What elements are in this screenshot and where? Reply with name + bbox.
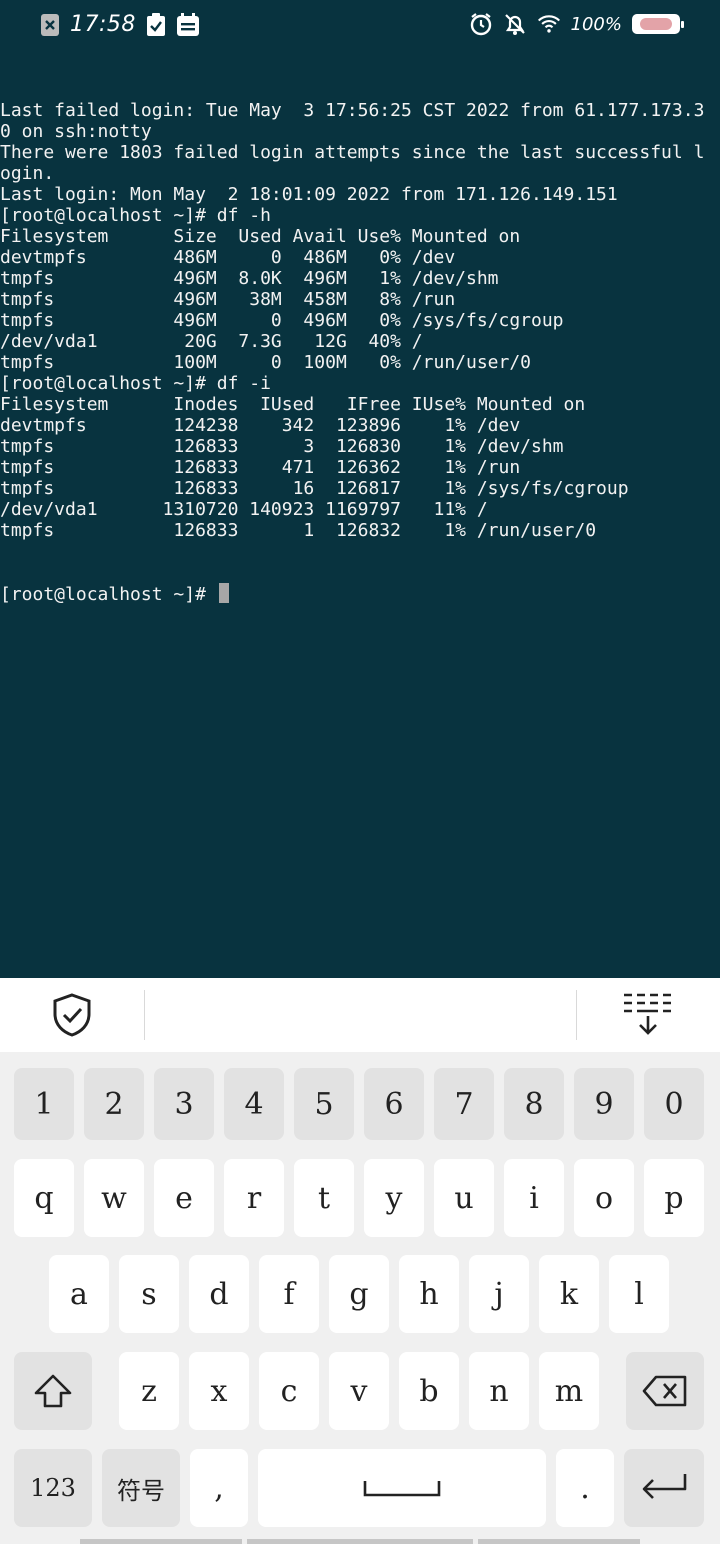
- key-8[interactable]: 8: [504, 1068, 564, 1140]
- toolbar-divider-left: [144, 990, 145, 1040]
- key-v[interactable]: v: [329, 1352, 389, 1430]
- key-c[interactable]: c: [259, 1352, 319, 1430]
- key-p[interactable]: p: [644, 1159, 704, 1237]
- battery-percent: 100%: [570, 13, 622, 35]
- terminal-line: Filesystem Size Used Avail Use% Mounted …: [0, 226, 521, 247]
- key-k[interactable]: k: [539, 1255, 599, 1333]
- alarm-icon: [469, 12, 493, 36]
- terminal-prompt-line[interactable]: [root@localhost ~]#: [0, 583, 720, 605]
- key-u[interactable]: u: [434, 1159, 494, 1237]
- collapse-keyboard-icon[interactable]: [622, 992, 674, 1038]
- wifi-icon: [537, 12, 561, 36]
- key-1[interactable]: 1: [14, 1068, 74, 1140]
- bell-off-icon: [503, 12, 527, 36]
- key-b[interactable]: b: [399, 1352, 459, 1430]
- toolbar-divider-right: [576, 990, 577, 1040]
- key-q[interactable]: q: [14, 1159, 74, 1237]
- key-3[interactable]: 3: [154, 1068, 214, 1140]
- keyboard-toolbar: [0, 978, 720, 1052]
- terminal-line: /dev/vda1 20G 7.3G 12G 40% /: [0, 331, 423, 352]
- terminal-line: tmpfs 496M 0 496M 0% /sys/fs/cgroup: [0, 310, 564, 331]
- key-g[interactable]: g: [329, 1255, 389, 1333]
- close-notification-icon: [38, 13, 62, 37]
- space-key[interactable]: [258, 1449, 546, 1527]
- period-key[interactable]: .: [556, 1449, 614, 1527]
- backspace-key[interactable]: [626, 1352, 704, 1430]
- terminal-line: 0 on ssh:notty: [0, 121, 152, 142]
- terminal-line: There were 1803 failed login attempts si…: [0, 142, 705, 163]
- terminal-line: devtmpfs 486M 0 486M 0% /dev: [0, 247, 456, 268]
- key-2[interactable]: 2: [84, 1068, 144, 1140]
- terminal-cursor: [218, 583, 229, 603]
- key-n[interactable]: n: [469, 1352, 529, 1430]
- numeric-keyboard-key[interactable]: 123: [14, 1449, 92, 1527]
- home-indicator-left: [80, 1539, 242, 1544]
- terminal-output[interactable]: Last failed login: Tue May 3 17:56:25 CS…: [0, 58, 720, 978]
- terminal-line: tmpfs 126833 3 126830 1% /dev/shm: [0, 436, 564, 457]
- status-right: 100%: [469, 12, 684, 36]
- terminal-line: Last failed login: Tue May 3 17:56:25 CS…: [0, 100, 705, 121]
- terminal-line: ogin.: [0, 163, 55, 184]
- home-indicator-center: [247, 1539, 473, 1544]
- key-6[interactable]: 6: [364, 1068, 424, 1140]
- terminal-line: tmpfs 126833 471 126362 1% /run: [0, 457, 521, 478]
- key-m[interactable]: m: [539, 1352, 599, 1430]
- calendar-icon: [176, 12, 200, 37]
- terminal-line: tmpfs 126833 16 126817 1% /sys/fs/cgroup: [0, 478, 629, 499]
- battery-icon: [632, 14, 684, 34]
- terminal-line: [root@localhost ~]# df -h: [0, 205, 271, 226]
- key-i[interactable]: i: [504, 1159, 564, 1237]
- key-d[interactable]: d: [189, 1255, 249, 1333]
- terminal-line: tmpfs 126833 1 126832 1% /run/user/0: [0, 520, 597, 541]
- terminal-line: Filesystem Inodes IUsed IFree IUse% Moun…: [0, 394, 586, 415]
- key-5[interactable]: 5: [294, 1068, 354, 1140]
- terminal-line: [root@localhost ~]# df -i: [0, 373, 271, 394]
- key-4[interactable]: 4: [224, 1068, 284, 1140]
- terminal-line: Last login: Mon May 2 18:01:09 2022 from…: [0, 184, 618, 205]
- terminal-line: tmpfs 496M 8.0K 496M 1% /dev/shm: [0, 268, 499, 289]
- status-time: 17:58: [70, 12, 136, 37]
- shift-key[interactable]: [14, 1352, 92, 1430]
- key-a[interactable]: a: [49, 1255, 109, 1333]
- key-7[interactable]: 7: [434, 1068, 494, 1140]
- status-left: 17:58: [38, 12, 200, 37]
- terminal-prompt: [root@localhost ~]#: [0, 584, 217, 605]
- key-o[interactable]: o: [574, 1159, 634, 1237]
- key-h[interactable]: h: [399, 1255, 459, 1333]
- terminal-line: tmpfs 496M 38M 458M 8% /run: [0, 289, 456, 310]
- key-j[interactable]: j: [469, 1255, 529, 1333]
- key-y[interactable]: y: [364, 1159, 424, 1237]
- key-s[interactable]: s: [119, 1255, 179, 1333]
- clipboard-check-icon: [144, 12, 168, 37]
- enter-key[interactable]: [624, 1449, 704, 1527]
- terminal-line: tmpfs 100M 0 100M 0% /run/user/0: [0, 352, 532, 373]
- status-bar: 17:58 100%: [0, 0, 720, 54]
- key-z[interactable]: z: [119, 1352, 179, 1430]
- terminal-line: /dev/vda1 1310720 140923 1169797 11% /: [0, 499, 488, 520]
- terminal-lines: Last failed login: Tue May 3 17:56:25 CS…: [0, 100, 720, 541]
- key-t[interactable]: t: [294, 1159, 354, 1237]
- key-f[interactable]: f: [259, 1255, 319, 1333]
- soft-keyboard: 1234567890 qwertyuiop asdfghjkl zxcvbnm …: [0, 1052, 720, 1544]
- key-l[interactable]: l: [609, 1255, 669, 1333]
- key-9[interactable]: 9: [574, 1068, 634, 1140]
- key-e[interactable]: e: [154, 1159, 214, 1237]
- home-indicator-right: [478, 1539, 640, 1544]
- key-x[interactable]: x: [189, 1352, 249, 1430]
- symbol-keyboard-key[interactable]: 符号: [102, 1449, 180, 1527]
- key-0[interactable]: 0: [644, 1068, 704, 1140]
- key-w[interactable]: w: [84, 1159, 144, 1237]
- shield-check-icon[interactable]: [50, 992, 94, 1038]
- key-r[interactable]: r: [224, 1159, 284, 1237]
- comma-key[interactable]: ,: [190, 1449, 248, 1527]
- terminal-line: devtmpfs 124238 342 123896 1% /dev: [0, 415, 521, 436]
